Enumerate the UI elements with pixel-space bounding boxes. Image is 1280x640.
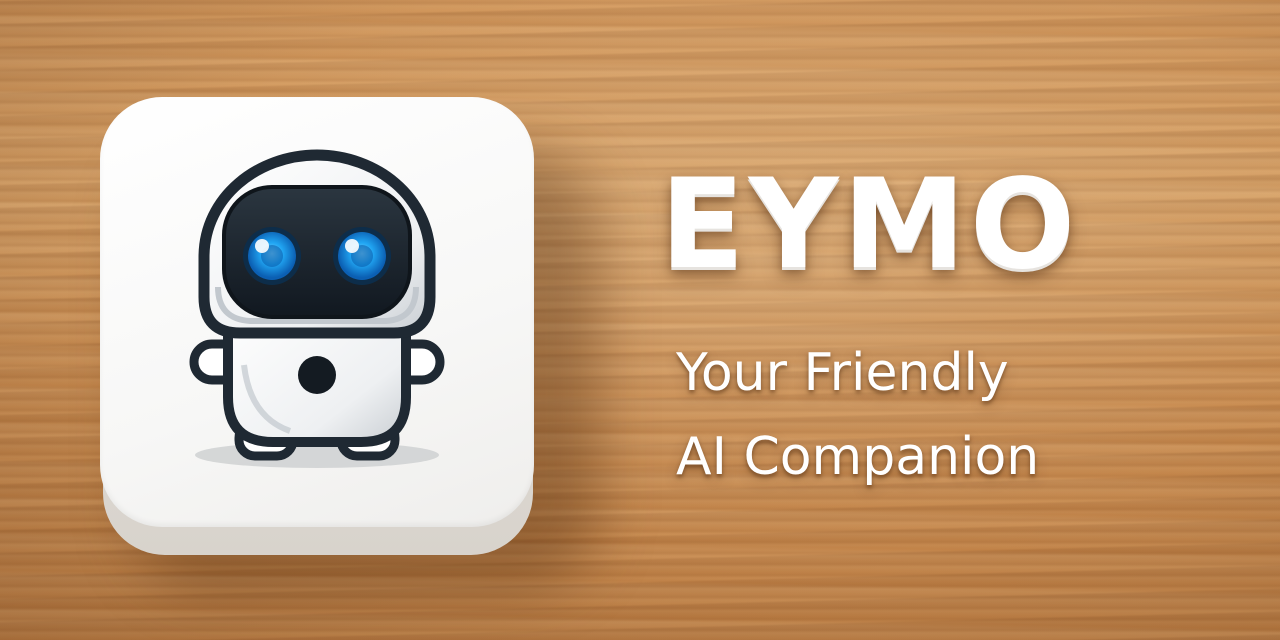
app-title: EYMO [660,153,1080,297]
robot-chest-button [298,356,336,394]
robot-head [198,149,436,339]
tagline-line-2: AI Companion [676,427,1040,487]
robot-mascot-icon [189,149,445,468]
promo-banner: EYMO Your Friendly AI Companion [0,0,1280,640]
tagline-line-1: Your Friendly [676,343,1009,403]
